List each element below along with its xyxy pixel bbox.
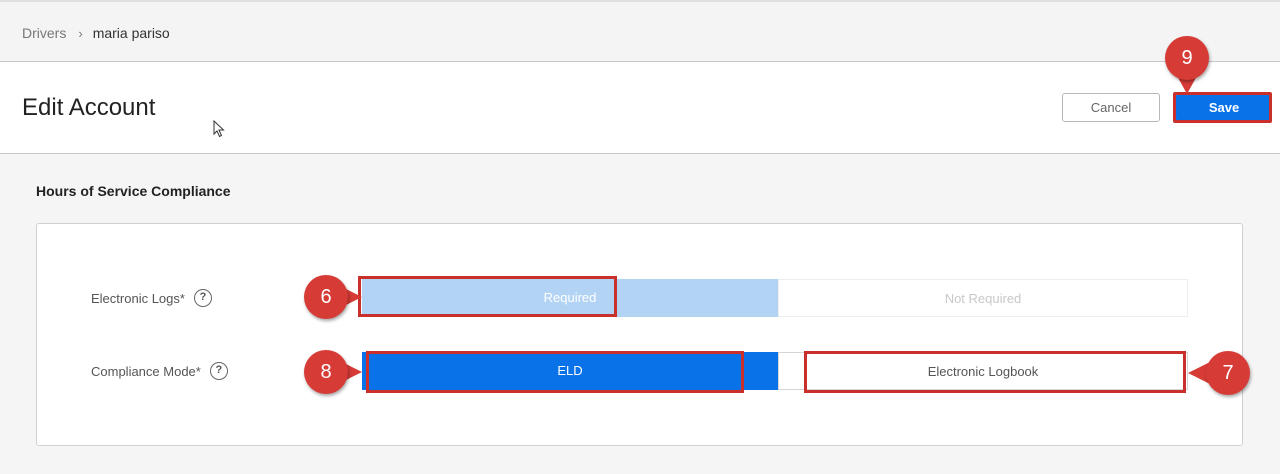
question-circle-icon[interactable]: ? bbox=[209, 362, 228, 380]
callout-marker-9: 9 bbox=[1165, 36, 1209, 80]
compliance-mode-logbook-option[interactable]: Electronic Logbook bbox=[778, 352, 1188, 390]
compliance-mode-label-text: Compliance Mode* bbox=[91, 363, 201, 379]
compliance-mode-label: Compliance Mode* ? bbox=[91, 362, 228, 380]
breadcrumb: Drivers › maria pariso bbox=[22, 25, 170, 41]
save-button[interactable]: Save bbox=[1176, 93, 1272, 122]
page-title: Edit Account bbox=[22, 94, 156, 121]
chevron-right-icon: › bbox=[78, 25, 83, 41]
question-circle-icon[interactable]: ? bbox=[193, 289, 212, 307]
breadcrumb-current: maria pariso bbox=[92, 25, 170, 41]
page-header: Edit Account Cancel Save bbox=[0, 62, 1280, 154]
compliance-card bbox=[36, 223, 1243, 446]
compliance-mode-eld-option[interactable]: ELD bbox=[362, 352, 778, 390]
electronic-logs-label: Electronic Logs* ? bbox=[91, 289, 212, 307]
callout-marker-8: 8 bbox=[304, 350, 348, 394]
breadcrumb-drivers-link[interactable]: Drivers bbox=[22, 25, 66, 41]
electronic-logs-not-required-option[interactable]: Not Required bbox=[778, 279, 1188, 317]
mouse-pointer-icon bbox=[213, 120, 225, 138]
electronic-logs-label-text: Electronic Logs* bbox=[91, 290, 185, 306]
electronic-logs-required-option[interactable]: Required bbox=[362, 279, 778, 317]
breadcrumb-bar: Drivers › maria pariso bbox=[0, 0, 1280, 62]
callout-marker-6: 6 bbox=[304, 275, 348, 319]
section-title: Hours of Service Compliance bbox=[36, 183, 231, 199]
edit-account-page: Drivers › maria pariso Edit Account Canc… bbox=[0, 0, 1280, 474]
cancel-button[interactable]: Cancel bbox=[1062, 93, 1160, 122]
callout-marker-7: 7 bbox=[1206, 351, 1250, 395]
